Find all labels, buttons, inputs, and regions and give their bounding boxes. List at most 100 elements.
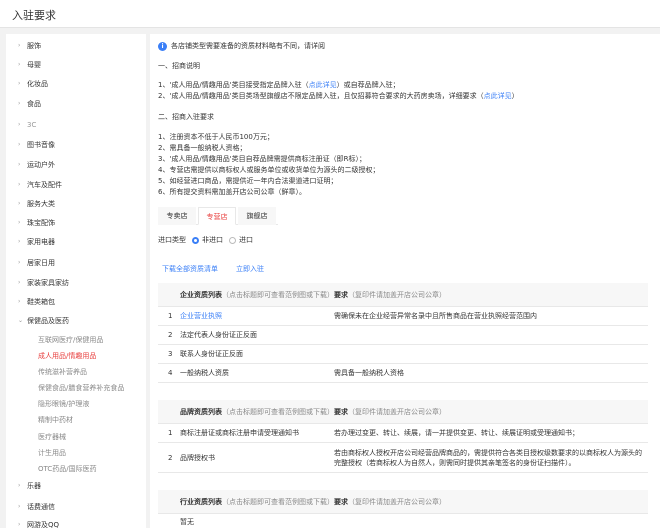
sidebar-item-appliances[interactable]: › 家用电器 bbox=[18, 235, 55, 249]
sidebar-item-health-medicine[interactable]: ⌄ 保健品及医药 bbox=[18, 314, 69, 328]
chevron-right-icon: › bbox=[18, 219, 21, 226]
sidebar-subitem-medical-devices[interactable]: 医疗器械 bbox=[38, 430, 66, 444]
sidebar-subitem-contact-lens[interactable]: 隐形眼镜/护理液 bbox=[38, 397, 89, 411]
sidebar-item-label: 话费通信 bbox=[27, 503, 55, 511]
qualification-name[interactable]: 品牌授权书 bbox=[180, 453, 334, 463]
chevron-right-icon: › bbox=[18, 521, 21, 528]
chevron-right-icon: › bbox=[18, 279, 21, 286]
sidebar-item-furniture[interactable]: › 家装家具家纺 bbox=[18, 276, 69, 290]
sidebar-item-apparel[interactable]: › 服饰 bbox=[18, 39, 41, 53]
requirement-item: 2、需具备一般纳税人资格； bbox=[158, 144, 247, 152]
sidebar-item-instruments[interactable]: › 乐器 bbox=[18, 479, 41, 493]
row-number: 1 bbox=[168, 429, 173, 437]
req-title: 要求 bbox=[334, 497, 348, 506]
table-row: 1 企业营业执照 需确保未在企业经营异常名录中且所售商品在营业执照经营范围内 bbox=[158, 307, 648, 326]
sidebar-subitem-otc[interactable]: OTC药品/国际医药 bbox=[38, 462, 97, 476]
sidebar-subitem-herbs[interactable]: 精制中药材 bbox=[38, 413, 73, 427]
line-text: 1、'成人用品/情趣用品'类目接受指定品牌入驻（ bbox=[158, 81, 309, 89]
qualification-name[interactable]: 商标注册证或商标注册申请受理通知书 bbox=[180, 428, 334, 438]
sidebar-item-cosmetics[interactable]: › 化妆品 bbox=[18, 77, 48, 91]
chevron-right-icon: › bbox=[18, 503, 21, 510]
sidebar-subitem-health-food[interactable]: 保健食品/膳食营养补充食品 bbox=[38, 381, 124, 395]
table-row: 1 商标注册证或商标注册申请受理通知书 若办理过变更、转让、续展，请一并提供变更、转… bbox=[158, 424, 648, 443]
row-number: 4 bbox=[168, 369, 173, 377]
radio-label: 非进口 bbox=[202, 236, 223, 244]
tab-specialty-store[interactable]: 专营店 bbox=[198, 207, 236, 225]
notice-bar: i 各店铺类型需要准备的资质材料略有不同，请详阅 bbox=[158, 41, 325, 51]
chevron-right-icon: › bbox=[18, 141, 21, 148]
title-note: （点击标题即可查看范例图或下载） bbox=[222, 407, 334, 416]
sidebar-subitem-adult-products[interactable]: 成人用品/情趣用品 bbox=[38, 349, 96, 363]
qualification-name[interactable]: 一般纳税人资质 bbox=[180, 368, 334, 378]
line-text: ） bbox=[511, 92, 519, 100]
qualification-link[interactable]: 企业营业执照 bbox=[180, 311, 334, 321]
sidebar-item-shoes-bags[interactable]: › 鞋类箱包 bbox=[18, 295, 55, 309]
notice-text: 各店铺类型需要准备的资质材料略有不同，请详阅 bbox=[171, 42, 325, 50]
chevron-right-icon: › bbox=[18, 482, 21, 489]
sidebar-item-label: 化妆品 bbox=[27, 80, 48, 88]
chevron-right-icon: › bbox=[18, 80, 21, 87]
table-row: 暂无 bbox=[158, 514, 648, 528]
download-list-link[interactable]: 下载全部资质清单 bbox=[162, 264, 218, 274]
title-text: 行业资质列表 bbox=[180, 497, 222, 506]
info-icon: i bbox=[158, 41, 167, 51]
chevron-right-icon: › bbox=[18, 61, 21, 68]
details-link[interactable]: 点此详见 bbox=[484, 92, 512, 100]
industry-qualifications-table: 行业资质列表（点击标题即可查看范例图或下载） 要求（复印件请加盖开店公司公章） … bbox=[158, 490, 648, 528]
requirement-item: 4、专营店需提供以商标权人或服务单位或收货单位为源头的二级授权； bbox=[158, 166, 380, 174]
table-header: 品牌资质列表（点击标题即可查看范例图或下载） 要求（复印件请加盖开店公司公章） bbox=[158, 400, 648, 424]
sidebar-subitem-family-planning[interactable]: 计生用品 bbox=[38, 446, 66, 460]
table-title: 品牌资质列表（点击标题即可查看范例图或下载） bbox=[158, 407, 334, 417]
sidebar-item-sports[interactable]: › 运动户外 bbox=[18, 158, 55, 172]
sidebar-item-jewelry[interactable]: › 珠宝配饰 bbox=[18, 216, 55, 230]
apply-now-link[interactable]: 立即入驻 bbox=[236, 264, 264, 274]
tab-exclusive-store[interactable]: 专卖店 bbox=[158, 207, 196, 225]
sidebar-item-label: 珠宝配饰 bbox=[27, 219, 55, 227]
sidebar-item-label: 服务大类 bbox=[27, 200, 55, 208]
requirement-text: 若办理过变更、转让、续展，请一并提供变更、转让、续展证明或受理通知书； bbox=[334, 429, 579, 437]
sidebar-item-food[interactable]: › 食品 bbox=[18, 97, 41, 111]
radio-label: 进口 bbox=[239, 236, 253, 244]
sidebar-item-maternity[interactable]: › 母婴 bbox=[18, 58, 41, 72]
qualification-name[interactable]: 法定代表人身份证正反面 bbox=[180, 330, 334, 340]
table-row: 4 一般纳税人资质 需具备一般纳税人资格 bbox=[158, 364, 648, 383]
sidebar-item-telecom[interactable]: › 话费通信 bbox=[18, 500, 55, 514]
table-title: 企业资质列表（点击标题即可查看范例图或下载） bbox=[158, 290, 334, 300]
import-type-selector: 进口类型 非进口 进口 bbox=[158, 235, 253, 245]
req-title: 要求 bbox=[334, 290, 348, 299]
sidebar-item-services[interactable]: › 服务大类 bbox=[18, 197, 55, 211]
sidebar-subitem-internet-medical[interactable]: 互联网医疗/保健用品 bbox=[38, 333, 103, 347]
details-link[interactable]: 点此详见 bbox=[309, 81, 337, 89]
tab-flagship-store[interactable]: 旗舰店 bbox=[238, 207, 276, 225]
row-number: 2 bbox=[168, 331, 173, 339]
qualification-name[interactable]: 联系人身份证正反面 bbox=[180, 349, 334, 359]
requirement-item: 3、'成人用品/情趣用品'类目自荐品牌需提供商标注册证（即R标）； bbox=[158, 155, 367, 163]
recruitment-line-2: 2、'成人用品/情趣用品'类目类场型旗舰店不限定品牌入驻，且仅招募符合要求的大药… bbox=[158, 91, 519, 101]
title-note: （点击标题即可查看范例图或下载） bbox=[222, 497, 334, 506]
sidebar-item-books[interactable]: › 图书音像 bbox=[18, 138, 55, 152]
section-title-recruitment: 一、招商说明 bbox=[158, 62, 200, 70]
requirement-header: 要求（复印件请加盖开店公司公章） bbox=[334, 407, 446, 417]
sidebar-subitem-tonics[interactable]: 传统滋补营养品 bbox=[38, 365, 87, 379]
sidebar-item-auto[interactable]: › 汽车及配件 bbox=[18, 178, 62, 192]
sidebar-item-3c[interactable]: › 3C bbox=[18, 118, 36, 132]
req-note: （复印件请加盖开店公司公章） bbox=[348, 407, 446, 416]
line-text: 2、'成人用品/情趣用品'类目类场型旗舰店不限定品牌入驻，且仅招募符合要求的大药… bbox=[158, 92, 484, 100]
line-text: ）或自荐品牌入驻； bbox=[336, 81, 400, 89]
radio-import[interactable] bbox=[229, 236, 236, 244]
row-number: 1 bbox=[168, 312, 173, 320]
sidebar-item-label: 乐器 bbox=[27, 482, 41, 490]
requirement-item: 6、所有提交资料需加盖开店公司公章（鲜章）。 bbox=[158, 188, 306, 196]
title-text: 品牌资质列表 bbox=[180, 407, 222, 416]
req-note: （复印件请加盖开店公司公章） bbox=[348, 290, 446, 299]
sidebar-item-label: 母婴 bbox=[27, 61, 41, 69]
chevron-right-icon: › bbox=[18, 161, 21, 168]
chevron-right-icon: › bbox=[18, 200, 21, 207]
radio-non-import[interactable] bbox=[192, 236, 199, 244]
sidebar-item-household[interactable]: › 居家日用 bbox=[18, 256, 55, 270]
sidebar-item-games-qq[interactable]: › 网游及QQ bbox=[18, 518, 59, 528]
table-row: 2 品牌授权书 若由商标权人授权开店公司经营品牌商品的，需提供符合各类目授权级数要求… bbox=[158, 443, 648, 473]
top-bar: 入驻要求 bbox=[0, 0, 660, 28]
sidebar-item-label: 网游及QQ bbox=[27, 521, 60, 528]
sidebar-item-label: 食品 bbox=[27, 100, 41, 108]
